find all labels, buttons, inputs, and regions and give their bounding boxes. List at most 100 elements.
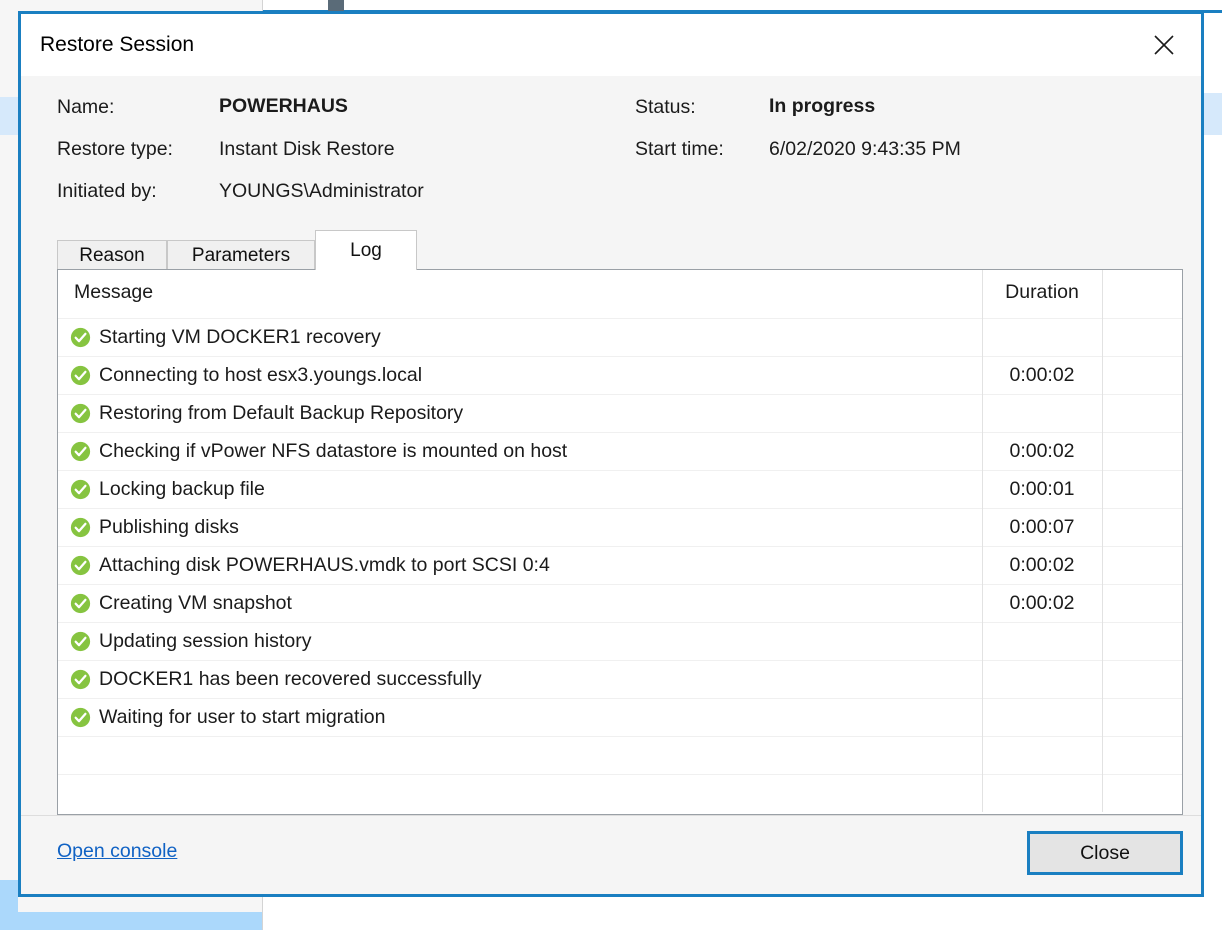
log-message-cell: Checking if vPower NFS datastore is moun…	[58, 431, 982, 470]
log-extra-cell	[1101, 545, 1182, 584]
start-time-value: 6/02/2020 9:43:35 PM	[769, 138, 961, 160]
column-header-duration[interactable]: Duration	[981, 270, 1102, 318]
table-header-row: Message Duration	[58, 270, 1182, 318]
name-label: Name:	[57, 96, 115, 118]
table-row[interactable]: Checking if vPower NFS datastore is moun…	[58, 431, 1182, 470]
table-row[interactable]: Restoring from Default Backup Repository	[58, 393, 1182, 432]
log-extra-cell	[1101, 697, 1182, 736]
success-check-icon	[70, 441, 91, 462]
table-row[interactable]: DOCKER1 has been recovered successfully	[58, 659, 1182, 698]
log-message-cell: Locking backup file	[58, 469, 982, 508]
log-message-text: Connecting to host esx3.youngs.local	[99, 363, 423, 386]
log-duration-cell	[981, 621, 1102, 660]
log-duration-cell: 0:00:02	[981, 583, 1102, 622]
success-check-icon	[70, 517, 91, 538]
empty-cell	[58, 735, 982, 774]
log-duration-cell: 0:00:02	[981, 545, 1102, 584]
log-message-cell: Starting VM DOCKER1 recovery	[58, 317, 982, 356]
log-message-cell: Publishing disks	[58, 507, 982, 546]
success-check-icon	[70, 365, 91, 386]
empty-cell	[981, 773, 1102, 812]
table-row[interactable]: Connecting to host esx3.youngs.local 0:00…	[58, 355, 1182, 394]
log-duration-cell: 0:00:07	[981, 507, 1102, 546]
background-selected-row	[0, 912, 262, 930]
table-row-empty[interactable]	[58, 773, 1182, 812]
open-console-link[interactable]: Open console	[57, 840, 177, 863]
table-row[interactable]: Waiting for user to start migration	[58, 697, 1182, 736]
success-check-icon	[70, 403, 91, 424]
success-check-icon	[70, 669, 91, 690]
log-message-text: Creating VM snapshot	[99, 591, 292, 614]
restore-type-value: Instant Disk Restore	[219, 138, 395, 160]
table-row-empty[interactable]	[58, 735, 1182, 774]
initiated-by-label: Initiated by:	[57, 180, 157, 202]
table-row[interactable]: Attaching disk POWERHAUS.vmdk to port SC…	[58, 545, 1182, 584]
restore-type-label: Restore type:	[57, 138, 173, 160]
restore-session-dialog: Restore Session Name: POWERHAUS Restore …	[18, 11, 1204, 897]
log-extra-cell	[1101, 317, 1182, 356]
log-message-cell: Restoring from Default Backup Repository	[58, 393, 982, 432]
log-duration-cell	[981, 317, 1102, 356]
table-row[interactable]: Publishing disks 0:00:07	[58, 507, 1182, 546]
log-duration-cell	[981, 393, 1102, 432]
log-extra-cell	[1101, 507, 1182, 546]
empty-cell	[1101, 735, 1182, 774]
table-row[interactable]: Starting VM DOCKER1 recovery	[58, 317, 1182, 356]
log-message-text: Publishing disks	[99, 515, 239, 538]
log-message-text: Waiting for user to start migration	[99, 705, 386, 728]
log-message-text: Updating session history	[99, 629, 312, 652]
log-duration-cell: 0:00:02	[981, 355, 1102, 394]
success-check-icon	[70, 555, 91, 576]
session-summary: Name: POWERHAUS Restore type: Instant Di…	[21, 76, 1201, 236]
success-check-icon	[70, 631, 91, 652]
log-duration-cell	[981, 697, 1102, 736]
log-message-cell: Updating session history	[58, 621, 982, 660]
log-message-text: Locking backup file	[99, 477, 265, 500]
log-message-cell: Waiting for user to start migration	[58, 697, 982, 736]
empty-cell	[981, 735, 1102, 774]
log-message-cell: Connecting to host esx3.youngs.local	[58, 355, 982, 394]
table-row[interactable]: Updating session history	[58, 621, 1182, 660]
log-message-text: Starting VM DOCKER1 recovery	[99, 325, 381, 348]
dialog-footer: Open console Close	[21, 815, 1201, 894]
log-extra-cell	[1101, 583, 1182, 622]
log-table: Message Duration Starting VM DOCKER1 rec…	[58, 270, 1182, 812]
initiated-by-value: YOUNGS\Administrator	[219, 180, 424, 202]
log-grid[interactable]: Message Duration Starting VM DOCKER1 rec…	[57, 269, 1183, 815]
start-time-label: Start time:	[635, 138, 724, 160]
close-icon[interactable]	[1142, 27, 1186, 63]
empty-cell	[1101, 773, 1182, 812]
log-extra-cell	[1101, 469, 1182, 508]
log-message-cell: DOCKER1 has been recovered successfully	[58, 659, 982, 698]
log-extra-cell	[1101, 355, 1182, 394]
log-message-cell: Creating VM snapshot	[58, 583, 982, 622]
log-message-text: Checking if vPower NFS datastore is moun…	[99, 439, 568, 462]
status-value: In progress	[769, 95, 876, 117]
success-check-icon	[70, 593, 91, 614]
tab-strip: Reason Parameters Log	[57, 230, 1183, 270]
log-extra-cell	[1101, 393, 1182, 432]
dialog-title: Restore Session	[40, 33, 195, 56]
dialog-titlebar: Restore Session	[21, 14, 1201, 76]
column-header-message[interactable]: Message	[58, 270, 982, 318]
log-message-cell: Attaching disk POWERHAUS.vmdk to port SC…	[58, 545, 982, 584]
success-check-icon	[70, 707, 91, 728]
log-message-text: Restoring from Default Backup Repository	[99, 401, 464, 424]
name-value: POWERHAUS	[219, 95, 348, 117]
log-duration-cell	[981, 659, 1102, 698]
tab-parameters[interactable]: Parameters	[167, 240, 315, 270]
close-button[interactable]: Close	[1027, 831, 1183, 875]
tab-log[interactable]: Log	[315, 230, 417, 270]
success-check-icon	[70, 327, 91, 348]
log-message-text: Attaching disk POWERHAUS.vmdk to port SC…	[99, 553, 550, 576]
log-extra-cell	[1101, 659, 1182, 698]
log-duration-cell: 0:00:02	[981, 431, 1102, 470]
log-extra-cell	[1101, 431, 1182, 470]
tab-reason[interactable]: Reason	[57, 240, 167, 270]
background-selected-row	[0, 880, 18, 930]
success-check-icon	[70, 479, 91, 500]
table-row[interactable]: Creating VM snapshot 0:00:02	[58, 583, 1182, 622]
column-header-extra[interactable]	[1101, 270, 1182, 318]
table-row[interactable]: Locking backup file 0:00:01	[58, 469, 1182, 508]
log-extra-cell	[1101, 621, 1182, 660]
